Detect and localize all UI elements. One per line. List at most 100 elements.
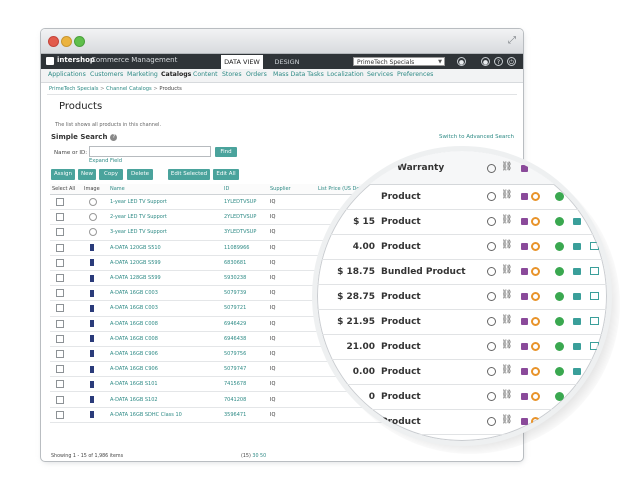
image-icon[interactable] xyxy=(590,292,599,300)
id-header[interactable]: ID xyxy=(222,184,268,195)
link-icon[interactable]: ⛓ xyxy=(501,240,512,250)
product-thumbnail[interactable] xyxy=(90,304,94,312)
product-name-link[interactable]: 2-year LED TV Support xyxy=(108,209,222,226)
lock-icon[interactable] xyxy=(573,268,581,275)
gear-icon[interactable] xyxy=(487,217,496,226)
image-icon[interactable] xyxy=(590,342,599,350)
link-icon[interactable]: ⛓ xyxy=(501,340,512,350)
product-name-link[interactable]: A-DATA 120GB S510 xyxy=(108,240,222,256)
link-icon[interactable]: ⛓ xyxy=(501,315,512,325)
row-checkbox[interactable] xyxy=(56,319,64,328)
nav-catalogs[interactable]: Catalogs xyxy=(161,71,191,78)
lock-icon[interactable] xyxy=(573,418,581,425)
gear-icon[interactable] xyxy=(487,192,496,201)
product-name-link[interactable]: A-DATA 16GB C008 xyxy=(108,331,222,347)
product-id-link[interactable]: 6946438 xyxy=(222,331,268,347)
row-checkbox[interactable] xyxy=(56,380,64,389)
product-id-link[interactable]: 3YLEDTVSUP xyxy=(222,224,268,241)
tab-data-view[interactable]: DATA VIEW xyxy=(221,55,263,69)
image-icon[interactable] xyxy=(590,217,599,225)
row-checkbox[interactable] xyxy=(56,395,64,404)
product-thumbnail[interactable] xyxy=(90,396,94,404)
nav-localization[interactable]: Localization xyxy=(327,71,364,78)
product-thumbnail[interactable] xyxy=(90,244,94,252)
nav-customers[interactable]: Customers xyxy=(90,71,123,78)
gear-icon[interactable] xyxy=(487,317,496,326)
gear-icon[interactable] xyxy=(487,417,496,426)
name-header[interactable]: Name xyxy=(108,184,222,195)
gift-icon[interactable] xyxy=(521,418,528,425)
user-icon[interactable]: ● xyxy=(457,57,466,66)
link-icon[interactable]: ⛓ xyxy=(501,265,512,275)
gift-icon[interactable] xyxy=(521,393,528,400)
page-size-option[interactable]: 50 xyxy=(260,454,266,459)
link-icon[interactable]: ⛓ xyxy=(501,365,512,375)
nav-mass-data-tasks[interactable]: Mass Data Tasks xyxy=(273,71,324,78)
product-thumbnail[interactable] xyxy=(90,335,94,343)
product-name-link[interactable]: 3-year LED TV Support xyxy=(108,224,222,241)
product-thumbnail[interactable] xyxy=(90,350,94,358)
product-id-link[interactable]: 5079747 xyxy=(222,361,268,378)
lock-icon[interactable] xyxy=(573,293,581,300)
row-checkbox[interactable] xyxy=(56,334,64,343)
gift-icon[interactable] xyxy=(521,343,528,350)
product-id-link[interactable]: 6830681 xyxy=(222,255,268,271)
product-name-link[interactable]: A-DATA 16GB S101 xyxy=(108,376,222,393)
nav-preferences[interactable]: Preferences xyxy=(397,71,433,78)
gift-icon[interactable] xyxy=(521,218,528,225)
maximize-window-button[interactable] xyxy=(74,36,85,47)
product-id-link[interactable]: 5930238 xyxy=(222,270,268,287)
delete-button[interactable]: Delete xyxy=(127,169,153,180)
row-checkbox[interactable] xyxy=(56,213,64,222)
link-icon[interactable]: ⛓ xyxy=(501,215,512,225)
link-icon[interactable]: ⛓ xyxy=(501,290,512,300)
product-thumbnail[interactable] xyxy=(90,320,94,328)
lock-icon[interactable] xyxy=(573,193,581,200)
image-icon[interactable] xyxy=(590,192,599,200)
row-checkbox[interactable] xyxy=(56,258,64,267)
product-name-link[interactable]: A-DATA 16GB C008 xyxy=(108,316,222,332)
row-checkbox[interactable] xyxy=(56,349,64,358)
product-id-link[interactable]: 5079721 xyxy=(222,300,268,317)
row-checkbox[interactable] xyxy=(56,243,64,252)
product-name-link[interactable]: A-DATA 16GB C003 xyxy=(108,285,222,302)
gift-icon[interactable] xyxy=(521,243,528,250)
link-icon[interactable]: ⛓ xyxy=(501,390,512,400)
close-window-button[interactable] xyxy=(48,36,59,47)
product-id-link[interactable]: 5079739 xyxy=(222,285,268,302)
minimize-window-button[interactable] xyxy=(61,36,72,47)
breadcrumb-item[interactable]: PrimeTech Specials xyxy=(49,86,99,92)
gear-icon[interactable] xyxy=(487,392,496,401)
product-name-link[interactable]: A-DATA 16GB C906 xyxy=(108,346,222,363)
nav-content[interactable]: Content xyxy=(193,71,218,78)
image-icon[interactable] xyxy=(590,242,599,250)
link-icon[interactable]: ⛓ xyxy=(501,190,512,200)
advanced-search-link[interactable]: Switch to Advanced Search xyxy=(439,134,514,140)
product-name-link[interactable]: 1-year LED TV Support xyxy=(108,194,222,211)
product-id-link[interactable]: 7415678 xyxy=(222,376,268,393)
find-button[interactable]: Find xyxy=(215,147,237,157)
lock-icon[interactable] xyxy=(573,343,581,350)
page-size-option[interactable]: 30 xyxy=(252,454,258,459)
product-name-link[interactable]: A-DATA 16GB SDHC Class 10 xyxy=(108,407,222,423)
help-icon[interactable]: ? xyxy=(110,134,118,141)
lock-icon[interactable] xyxy=(573,318,581,325)
supplier-header[interactable]: Supplier xyxy=(268,184,316,195)
image-icon[interactable] xyxy=(590,367,599,375)
context-select[interactable]: PrimeTech Specials ▼ xyxy=(353,57,445,66)
breadcrumb-item[interactable]: Channel Catalogs xyxy=(106,86,152,92)
image-icon[interactable] xyxy=(590,392,599,400)
product-thumbnail[interactable] xyxy=(90,411,94,419)
page-size-option[interactable]: (15) xyxy=(241,454,251,459)
image-icon[interactable] xyxy=(590,417,599,425)
product-id-link[interactable]: 7041208 xyxy=(222,391,268,408)
row-checkbox[interactable] xyxy=(56,365,64,374)
help-icon[interactable]: ? xyxy=(494,57,503,66)
row-checkbox[interactable] xyxy=(56,274,64,283)
gift-icon[interactable] xyxy=(521,193,528,200)
fullscreen-icon[interactable]: ⤢ xyxy=(508,35,516,46)
edit-selected-button[interactable]: Edit Selected xyxy=(168,169,210,180)
gear-icon[interactable] xyxy=(487,367,496,376)
product-id-link[interactable]: 6946429 xyxy=(222,316,268,332)
product-thumbnail[interactable] xyxy=(90,259,94,267)
